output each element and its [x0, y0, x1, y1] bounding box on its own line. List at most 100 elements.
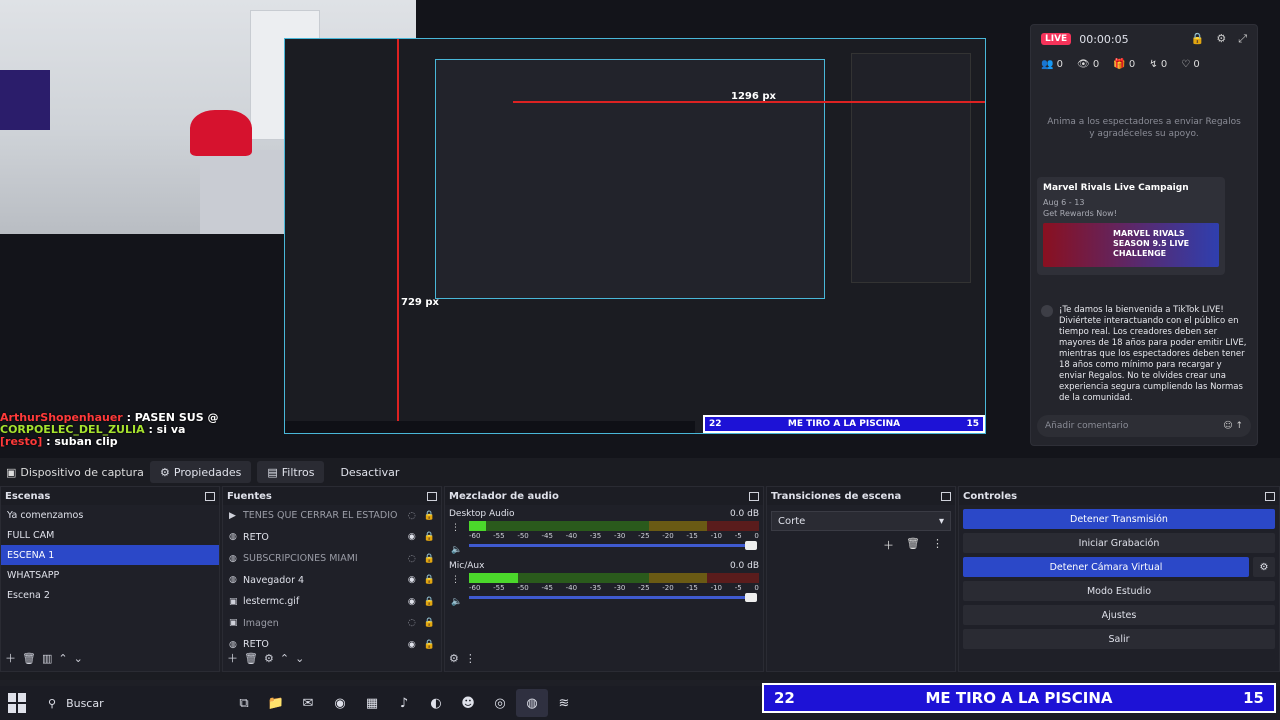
lock-icon[interactable]: 🔒: [424, 618, 435, 628]
source-item[interactable]: ▶ TENES QUE CERRAR EL ESTADIO ◌ 🔒: [223, 505, 441, 527]
channel-menu-icon[interactable]: ⋮: [451, 575, 460, 585]
undock-icon[interactable]: [941, 491, 951, 501]
scene-filters-button[interactable]: ▥: [42, 652, 52, 665]
undock-icon[interactable]: [427, 491, 437, 501]
obs-icon[interactable]: ◉: [324, 689, 356, 717]
gear-icon[interactable]: ⚙: [1216, 32, 1226, 46]
eye-hidden-icon[interactable]: ◌: [408, 554, 416, 564]
undock-icon[interactable]: [205, 491, 215, 501]
program-preview[interactable]: 1296 px 729 px 22 ME TIRO A LA PISCINA 1…: [0, 0, 1280, 458]
comment-input[interactable]: Añadir comentario ☺ ↑: [1037, 415, 1251, 437]
store-icon[interactable]: ▦: [356, 689, 388, 717]
sources-dock: Fuentes ▶ TENES QUE CERRAR EL ESTADIO ◌ 🔒 ◍…: [222, 486, 442, 672]
lock-icon[interactable]: 🔒: [1191, 32, 1205, 46]
slider-knob[interactable]: [745, 541, 757, 550]
source-properties-button[interactable]: ⚙: [264, 652, 274, 665]
speaker-icon[interactable]: 🔈: [451, 545, 462, 555]
stop-stream-button[interactable]: Detener Transmisión: [963, 509, 1275, 529]
scene-item[interactable]: FULL CAM: [1, 525, 219, 545]
taskbar-search[interactable]: ⚲ Buscar: [42, 689, 228, 717]
mixer-menu-icon[interactable]: ⋮: [465, 652, 476, 665]
transition-select[interactable]: Corte ▾: [771, 511, 951, 531]
scene-item[interactable]: WHATSAPP: [1, 565, 219, 585]
move-up-button[interactable]: ⌃: [280, 652, 289, 665]
banner-left-number: 22: [774, 689, 795, 707]
lock-icon[interactable]: 🔒: [424, 554, 435, 564]
undock-icon[interactable]: [1265, 491, 1275, 501]
scene-item[interactable]: Escena 2: [1, 585, 219, 605]
source-item[interactable]: ◍ Navegador 4 ◉ 🔒: [223, 570, 441, 592]
scale-tick: -50: [517, 532, 529, 540]
campaign-card[interactable]: Marvel Rivals Live Campaign Aug 6 - 13 G…: [1037, 177, 1225, 275]
add-source-button[interactable]: ＋: [227, 650, 238, 666]
move-up-button[interactable]: ⌃: [58, 652, 67, 665]
scale-tick: -5: [734, 584, 742, 592]
scene-item[interactable]: Ya comenzamos: [1, 505, 219, 525]
vcam-settings-icon[interactable]: ⚙: [1253, 557, 1275, 577]
slider-knob[interactable]: [745, 593, 757, 602]
filters-button[interactable]: ▤ Filtros: [257, 461, 325, 483]
deactivate-button[interactable]: Desactivar: [330, 461, 409, 483]
task-view-icon[interactable]: ⧉: [228, 689, 260, 717]
exit-button[interactable]: Salir: [963, 629, 1275, 649]
stop-virtual-cam-button[interactable]: Detener Cámara Virtual: [963, 557, 1249, 577]
eye-icon[interactable]: ◉: [408, 532, 416, 542]
settings-button[interactable]: Ajustes: [963, 605, 1275, 625]
eye-hidden-icon[interactable]: ◌: [408, 618, 416, 628]
lock-icon[interactable]: 🔒: [424, 511, 435, 521]
eye-icon[interactable]: ◉: [408, 597, 416, 607]
scale-tick: -45: [541, 532, 553, 540]
chat-message: : si va: [148, 423, 186, 436]
remove-transition-button[interactable]: 🗑: [906, 537, 920, 553]
scale-tick: -30: [613, 584, 626, 592]
studio-mode-button[interactable]: Modo Estudio: [963, 581, 1275, 601]
lock-icon[interactable]: 🔒: [424, 597, 435, 607]
emoji-icon[interactable]: ☺ ↑: [1223, 421, 1243, 431]
undock-icon[interactable]: [749, 491, 759, 501]
chrome-icon[interactable]: ◎: [484, 689, 516, 717]
transition-menu-icon[interactable]: ⋮: [932, 537, 943, 553]
eye-icon[interactable]: ◉: [408, 575, 416, 585]
volume-slider[interactable]: [469, 541, 757, 550]
image-icon: ▣: [229, 618, 238, 629]
source-item[interactable]: ◍ SUBSCRIPCIONES MIAMI ◌ 🔒: [223, 548, 441, 570]
advanced-audio-icon[interactable]: ⚙: [449, 652, 459, 665]
scenes-header: Escenas: [1, 487, 219, 505]
live-hint: Anima a los espectadores a enviar Regalo…: [1047, 117, 1241, 139]
remove-source-button[interactable]: 🗑: [244, 652, 258, 665]
edge-icon[interactable]: ◐: [420, 689, 452, 717]
scene-item-selected[interactable]: ESCENA 1: [1, 545, 219, 565]
add-transition-button[interactable]: ＋: [883, 537, 894, 553]
windows-start-icon[interactable]: [8, 693, 28, 713]
lock-icon[interactable]: 🔒: [424, 640, 435, 650]
source-item[interactable]: ▣ lestermc.gif ◉ 🔒: [223, 591, 441, 613]
lock-icon[interactable]: 🔒: [424, 532, 435, 542]
move-down-button[interactable]: ⌄: [74, 652, 83, 665]
lock-icon[interactable]: 🔒: [424, 575, 435, 585]
speaker-icon[interactable]: 🔈: [451, 597, 462, 607]
scale-tick: -15: [686, 584, 698, 592]
source-item[interactable]: ◍ RETO ◉ 🔒: [223, 527, 441, 549]
properties-button[interactable]: ⚙ Propiedades: [150, 461, 252, 483]
comment-placeholder: Añadir comentario: [1045, 421, 1129, 431]
audio-mixer-dock: Mezclador de audio Desktop Audio 0.0 dB ⋮…: [444, 486, 764, 672]
firefox-icon[interactable]: ◍: [516, 689, 548, 717]
eye-hidden-icon[interactable]: ◌: [408, 511, 416, 521]
scale-tick: 0: [754, 584, 759, 592]
discord-icon[interactable]: ☻: [452, 689, 484, 717]
tiktok-icon[interactable]: ♪: [388, 689, 420, 717]
add-scene-button[interactable]: ＋: [5, 650, 16, 666]
eye-icon[interactable]: ◉: [408, 640, 416, 650]
gear-icon: ⚙: [160, 465, 170, 479]
file-explorer-icon[interactable]: 📁: [260, 689, 292, 717]
mixer-channel: Mic/Aux 0.0 dB ⋮ -60 -55 -50 -45 -40 -35 -30 -25…: [445, 557, 763, 607]
popout-icon[interactable]: ⤢: [1238, 32, 1247, 46]
start-recording-button[interactable]: Iniciar Grabación: [963, 533, 1275, 553]
outlook-icon[interactable]: ✉: [292, 689, 324, 717]
move-down-button[interactable]: ⌄: [295, 652, 304, 665]
channel-menu-icon[interactable]: ⋮: [451, 523, 460, 533]
source-item[interactable]: ▣ Imagen ◌ 🔒: [223, 613, 441, 635]
spotify-icon[interactable]: ≋: [548, 689, 580, 717]
volume-slider[interactable]: [469, 593, 757, 602]
remove-scene-button[interactable]: 🗑: [22, 652, 36, 665]
